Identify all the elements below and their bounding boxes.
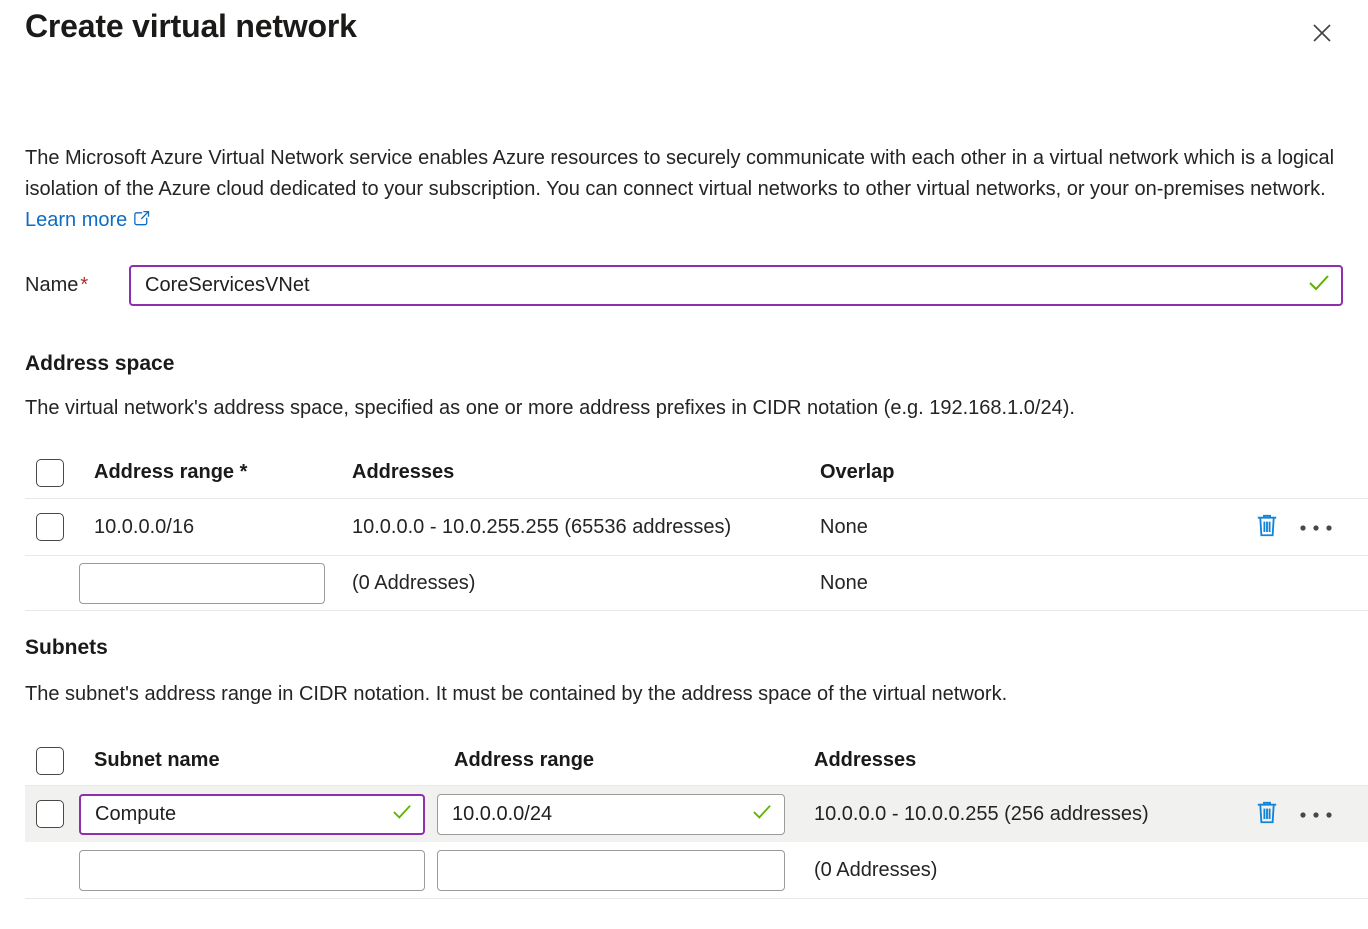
page-title: Create virtual network xyxy=(25,8,357,45)
external-link-icon xyxy=(127,209,151,231)
address-range-value: 10.0.0.0/16 xyxy=(79,516,337,539)
address-space-heading: Address space xyxy=(25,352,1368,376)
subnet-row: 10.0.0.0 - 10.0.0.255 (256 addresses) xyxy=(25,786,1368,842)
subnets-description: The subnet's address range in CIDR notat… xyxy=(25,683,1368,706)
delete-icon xyxy=(1254,512,1280,542)
overlap-value: None xyxy=(799,516,1252,539)
new-subnet-addresses: (0 Addresses) xyxy=(797,859,1368,882)
name-field-row: Name* xyxy=(25,265,1368,306)
more-actions-button[interactable] xyxy=(1297,518,1335,537)
name-label: Name* xyxy=(25,274,129,297)
new-subnet-name-input[interactable] xyxy=(79,850,425,891)
close-icon xyxy=(1307,36,1337,51)
subnets-table: Subnet name Address range Addresses xyxy=(25,736,1368,899)
learn-more-link[interactable]: Learn more xyxy=(25,209,151,231)
subnet-address-range-input[interactable] xyxy=(437,794,785,835)
intro-paragraph: The Microsoft Azure Virtual Network serv… xyxy=(25,143,1340,236)
address-space-row: 10.0.0.0/16 10.0.0.0 - 10.0.255.255 (655… xyxy=(25,499,1368,556)
new-subnet-address-range-input[interactable] xyxy=(437,850,785,891)
new-address-range-input[interactable] xyxy=(79,563,325,604)
subnets-table-header: Subnet name Address range Addresses xyxy=(25,736,1368,786)
column-header-overlap: Overlap xyxy=(799,461,1368,484)
subnet-select-all-checkbox[interactable] xyxy=(36,747,64,775)
address-space-new-row: (0 Addresses) None xyxy=(25,556,1368,611)
column-header-addresses: Addresses xyxy=(337,461,799,484)
column-header-subnet-name: Subnet name xyxy=(79,749,437,772)
subnet-name-input[interactable] xyxy=(79,794,425,835)
address-space-description: The virtual network's address space, spe… xyxy=(25,397,1368,420)
address-space-table-header: Address range * Addresses Overlap xyxy=(25,447,1368,499)
panel-header: Create virtual network xyxy=(25,8,1368,57)
more-actions-icon xyxy=(1299,807,1333,822)
required-asterisk: * xyxy=(80,274,88,296)
delete-row-button[interactable] xyxy=(1252,510,1282,544)
subnets-heading: Subnets xyxy=(25,636,1368,660)
intro-text: The Microsoft Azure Virtual Network serv… xyxy=(25,147,1334,200)
close-button[interactable] xyxy=(1301,12,1343,57)
create-virtual-network-panel: Create virtual network The Microsoft Azu… xyxy=(0,0,1368,899)
subnet-more-actions-button[interactable] xyxy=(1297,805,1335,824)
address-space-table: Address range * Addresses Overlap 10.0.0… xyxy=(25,447,1368,611)
column-header-subnet-addresses: Addresses xyxy=(797,749,1368,772)
new-row-addresses: (0 Addresses) xyxy=(337,572,799,595)
more-actions-icon xyxy=(1299,520,1333,535)
delete-subnet-button[interactable] xyxy=(1252,797,1282,831)
subnet-addresses-value: 10.0.0.0 - 10.0.0.255 (256 addresses) xyxy=(797,803,1252,826)
addresses-value: 10.0.0.0 - 10.0.255.255 (65536 addresses… xyxy=(337,516,799,539)
row-checkbox[interactable] xyxy=(36,513,64,541)
subnet-row-checkbox[interactable] xyxy=(36,800,64,828)
new-row-overlap: None xyxy=(799,572,1368,595)
column-header-subnet-address-range: Address range xyxy=(437,749,797,772)
delete-icon xyxy=(1254,799,1280,829)
subnet-new-row: (0 Addresses) xyxy=(25,842,1368,899)
select-all-checkbox[interactable] xyxy=(36,459,64,487)
name-input[interactable] xyxy=(129,265,1343,306)
column-header-address-range: Address range * xyxy=(79,461,337,484)
